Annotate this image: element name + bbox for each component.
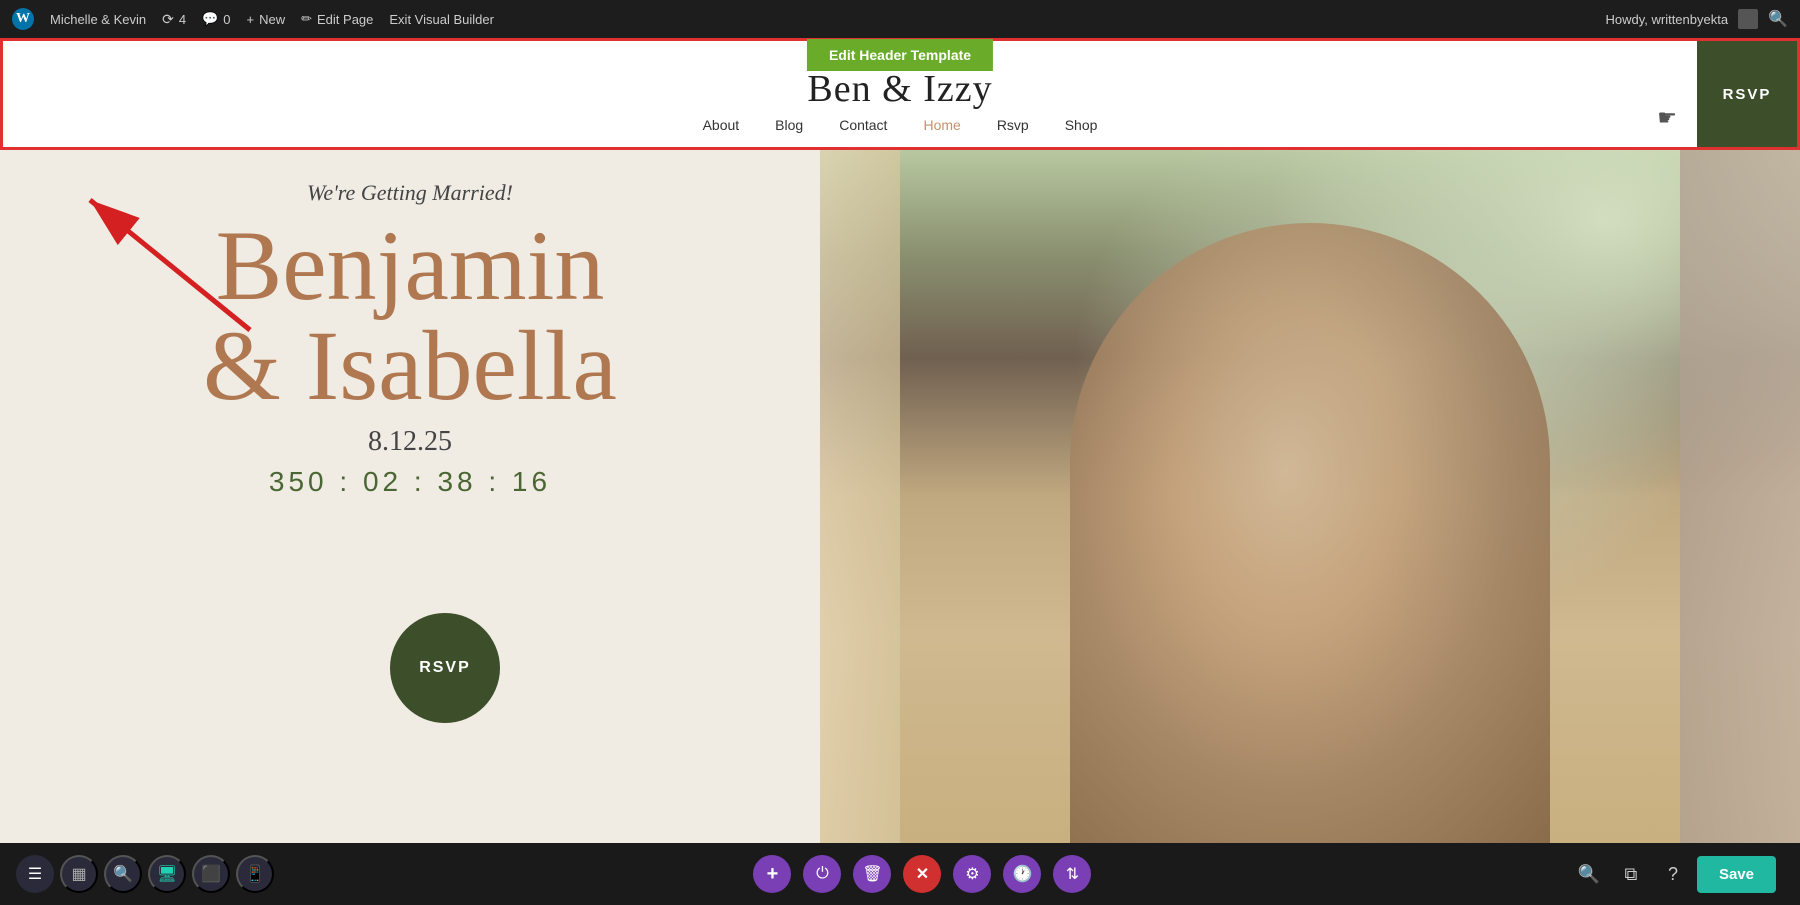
toggle-visibility-button[interactable]: ⏻	[803, 855, 841, 893]
main-content: We're Getting Married! Benjamin & Isabel…	[0, 150, 1800, 843]
nav-home[interactable]: Home	[923, 117, 960, 133]
cursor-pointer-icon: ☛	[1657, 105, 1677, 131]
wall-right	[1680, 150, 1800, 843]
exit-builder-label: Exit Visual Builder	[389, 12, 494, 27]
bride-groom-name1: Benjamin	[216, 210, 605, 321]
couple-silhouette	[1070, 223, 1550, 843]
help-icon: ?	[1668, 864, 1678, 885]
layout-button[interactable]: ▦	[60, 855, 98, 893]
wordpress-icon[interactable]: W	[12, 8, 34, 30]
site-name[interactable]: Michelle & Kevin	[50, 12, 146, 27]
site-navigation: About Blog Contact Home Rsvp Shop	[703, 117, 1098, 133]
sync-button[interactable]: ⟳ 4	[162, 11, 186, 28]
layers-icon: ⧉	[1625, 864, 1638, 885]
tablet-icon: ⬛	[201, 864, 221, 884]
howdy-text: Howdy, writtenbyekta	[1605, 12, 1728, 27]
nav-shop[interactable]: Shop	[1065, 117, 1098, 133]
sync-icon: ⟳	[162, 11, 174, 28]
clock-icon: 🕐	[1013, 864, 1033, 884]
plus-icon: +	[767, 863, 779, 886]
admin-bar: W Michelle & Kevin ⟳ 4 💬 0 + New ✏ Edit …	[0, 0, 1800, 38]
layout-icon: ▦	[71, 864, 86, 884]
comment-icon: 💬	[202, 11, 218, 27]
menu-button[interactable]: ☰	[16, 855, 54, 893]
gear-icon: ⚙	[965, 864, 979, 884]
countdown-timer: 350 : 02 : 38 : 16	[269, 466, 551, 498]
search-builder-icon: 🔍	[113, 864, 133, 884]
mobile-view-button[interactable]: 📱	[236, 855, 274, 893]
tablet-view-button[interactable]: ⬛	[192, 855, 230, 893]
adjust-icon: ⇅	[1066, 864, 1079, 884]
device-toolbar: ☰ ▦ 🔍 🖥 ⬛ 📱	[16, 855, 274, 893]
mobile-icon: 📱	[245, 864, 265, 884]
admin-avatar[interactable]	[1738, 9, 1758, 29]
site-title: Ben & Izzy	[807, 67, 992, 111]
power-icon: ⏻	[816, 865, 829, 883]
pencil-icon: ✏	[301, 11, 312, 27]
delete-button[interactable]: 🗑	[853, 855, 891, 893]
getting-married-text: We're Getting Married!	[307, 180, 513, 206]
nav-rsvp[interactable]: Rsvp	[997, 117, 1029, 133]
edit-header-button[interactable]: Edit Header Template	[807, 39, 993, 71]
nav-about[interactable]: About	[703, 117, 740, 133]
center-toolbar: + ⏻ 🗑 ✕ ⚙ 🕐 ⇅	[282, 855, 1563, 893]
history-button[interactable]: 🕐	[1003, 855, 1041, 893]
close-button[interactable]: ✕	[903, 855, 941, 893]
comment-count: 0	[223, 12, 230, 27]
close-icon: ✕	[916, 864, 929, 884]
site-header: Edit Header Template Ben & Izzy About Bl…	[0, 38, 1800, 150]
sync-count: 4	[179, 12, 186, 27]
left-panel: We're Getting Married! Benjamin & Isabel…	[0, 150, 820, 843]
couple-name: Benjamin & Isabella	[203, 216, 617, 416]
wall-left	[820, 150, 900, 843]
rsvp-circle-button[interactable]: RSVP	[390, 613, 500, 723]
bride-groom-name2: & Isabella	[203, 310, 617, 421]
edit-page-button[interactable]: ✏ Edit Page	[301, 11, 373, 27]
search-builder-button[interactable]: 🔍	[104, 855, 142, 893]
plus-icon: +	[247, 12, 255, 27]
wedding-date: 8.12.25	[368, 426, 452, 458]
desktop-view-button[interactable]: 🖥	[148, 855, 186, 893]
site-name-label: Michelle & Kevin	[50, 12, 146, 27]
add-module-button[interactable]: +	[753, 855, 791, 893]
nav-contact[interactable]: Contact	[839, 117, 887, 133]
bottom-toolbar: ☰ ▦ 🔍 🖥 ⬛ 📱 + ⏻ 🗑 ✕ ⚙	[0, 843, 1800, 905]
menu-icon: ☰	[28, 864, 42, 884]
new-label: New	[259, 12, 285, 27]
settings-button[interactable]: ⚙	[953, 855, 991, 893]
right-panel-photo	[820, 150, 1800, 843]
edit-page-label: Edit Page	[317, 12, 373, 27]
new-button[interactable]: + New	[247, 12, 286, 27]
comments-button[interactable]: 💬 0	[202, 11, 230, 27]
zoom-icon: 🔍	[1578, 864, 1600, 885]
admin-bar-right: Howdy, writtenbyekta 🔍	[1605, 9, 1788, 29]
trash-icon: 🗑	[862, 864, 882, 884]
search-icon[interactable]: 🔍	[1768, 9, 1788, 29]
desktop-icon: 🖥	[157, 864, 177, 884]
rsvp-header-button[interactable]: RSVP	[1697, 41, 1797, 147]
adjust-button[interactable]: ⇅	[1053, 855, 1091, 893]
nav-blog[interactable]: Blog	[775, 117, 803, 133]
exit-builder-button[interactable]: Exit Visual Builder	[389, 12, 494, 27]
